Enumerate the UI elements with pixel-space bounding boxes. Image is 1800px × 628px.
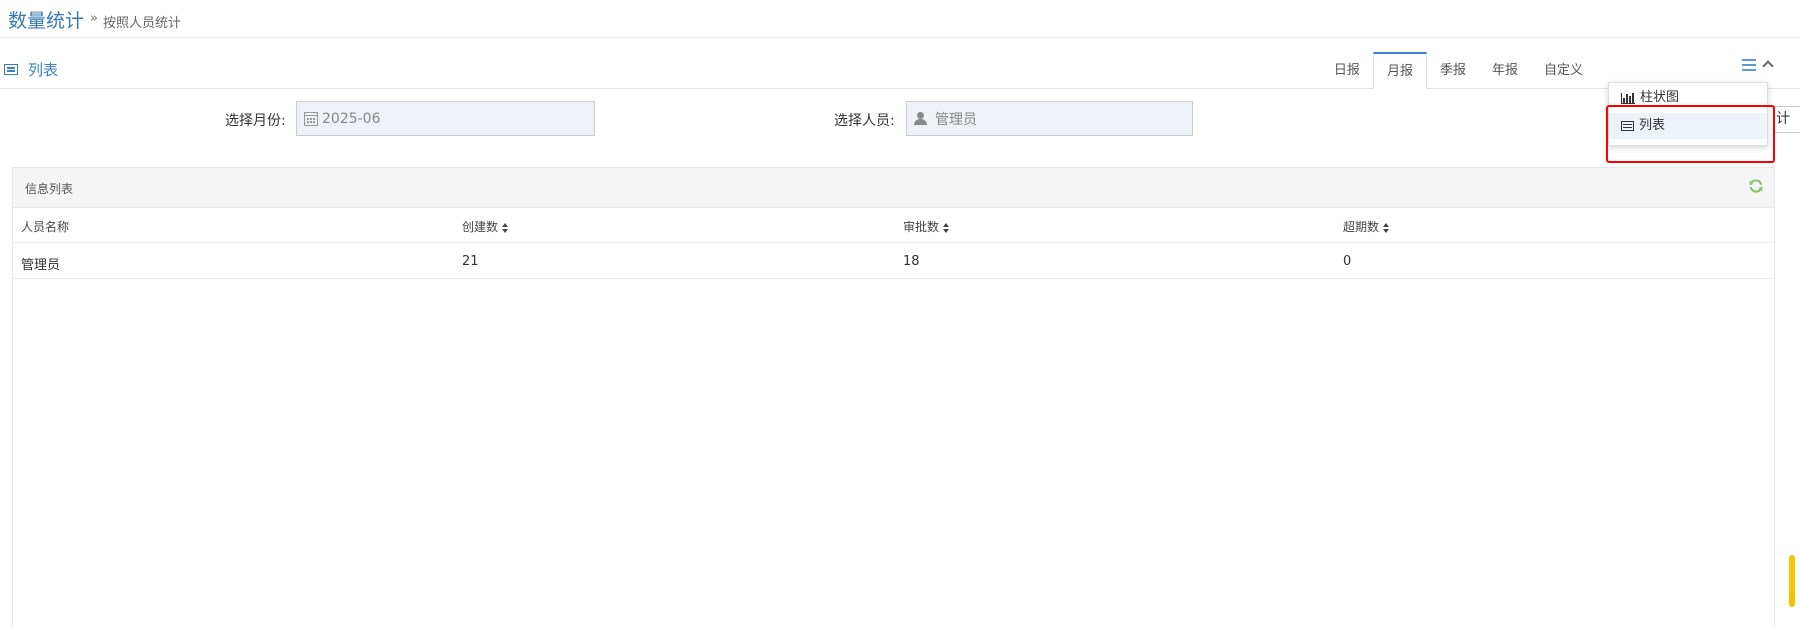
table-icon [1621,121,1634,131]
user-icon [914,112,927,125]
month-input-value: 2025-06 [322,110,381,127]
breadcrumb-separator: » [90,11,98,26]
panel-title: 信息列表 [25,182,74,196]
table-row: 管理员 21 18 0 [13,244,1774,279]
column-header-overdue-label: 超期数 [1343,220,1380,234]
page-header: 数量统计 » 按照人员统计 [0,0,1800,38]
menu-item-bar-chart[interactable]: 柱状图 [1609,85,1767,111]
sort-icon [1383,222,1390,233]
portlet-title: 列表 [4,59,58,80]
page-title: 数量统计 [8,10,85,32]
hamburger-menu-icon[interactable] [1742,59,1756,71]
menu-item-list-label: 列表 [1639,118,1666,133]
column-header-created-label: 创建数 [462,220,499,234]
tab-yearly[interactable]: 年报 [1479,52,1531,89]
tab-custom[interactable]: 自定义 [1531,52,1596,89]
person-input[interactable]: 管理员 [906,101,1193,136]
month-label: 选择月份: [225,113,286,129]
portlet-title-label: 列表 [28,61,59,79]
menu-item-bar-chart-label: 柱状图 [1640,90,1680,105]
column-header-approved[interactable]: 审批数 [903,218,950,235]
column-header-name[interactable]: 人员名称 [21,218,69,235]
report-tabs: 日报 月报 季报 年报 自定义 [1321,52,1596,89]
column-header-overdue[interactable]: 超期数 [1343,218,1390,235]
sort-icon [943,222,950,233]
table-header-row: 人员名称 创建数 审批数 超期数 [13,208,1774,243]
view-dropdown-menu: 柱状图 列表 [1608,82,1768,146]
list-icon [4,64,18,75]
row-person-name-link[interactable]: 管理员 [21,254,60,273]
column-header-created[interactable]: 创建数 [462,218,509,235]
tab-monthly[interactable]: 月报 [1372,52,1427,89]
column-header-approved-label: 审批数 [903,220,940,234]
month-input[interactable]: 2025-06 [296,101,595,136]
panel-header: 信息列表 [13,168,1774,208]
chevron-up-icon[interactable] [1762,60,1774,72]
row-created-count: 21 [462,254,479,269]
statistics-button-label: 计 [1776,111,1790,127]
calendar-icon [304,111,318,126]
menu-item-list[interactable]: 列表 [1609,113,1767,139]
tab-quarterly[interactable]: 季报 [1427,52,1479,89]
person-input-value: 管理员 [935,111,977,128]
scrollbar-thumb[interactable] [1789,555,1795,607]
refresh-icon[interactable] [1748,178,1764,194]
row-overdue-count: 0 [1343,254,1352,269]
breadcrumb-subtitle: 按照人员统计 [103,16,182,31]
sort-icon [502,222,509,233]
row-approved-count: 18 [903,254,920,269]
info-list-panel: 信息列表 人员名称 创建数 审批数 超期数 管理员 21 18 0 [12,167,1775,628]
bar-chart-icon [1621,92,1635,104]
portlet-bar: 列表 日报 月报 季报 年报 自定义 [0,51,1800,89]
tab-daily[interactable]: 日报 [1321,52,1373,89]
person-label: 选择人员: [834,113,895,129]
statistics-button[interactable]: 计 [1773,106,1800,133]
